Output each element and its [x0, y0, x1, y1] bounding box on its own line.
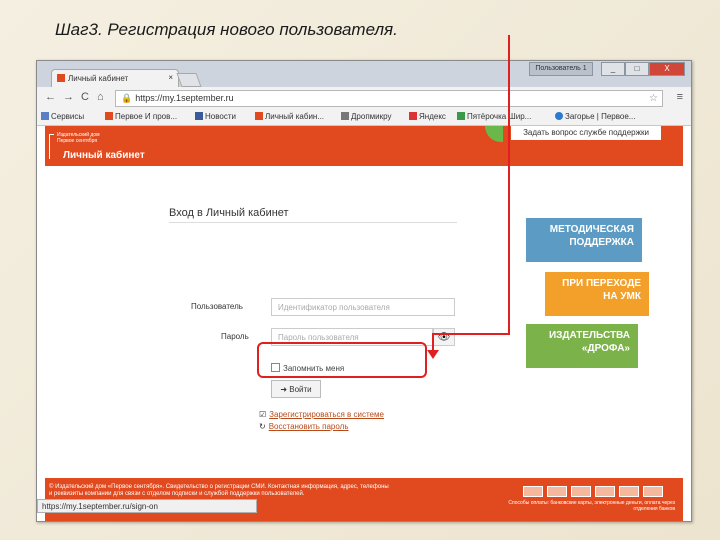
window-close-button[interactable]: X	[649, 62, 685, 76]
site-logo[interactable]: Издательский дом Первое сентября	[57, 132, 100, 144]
bookmark-item[interactable]: Пятёрочка Шир...	[457, 112, 531, 121]
bookmark-item[interactable]: Яндекс	[409, 112, 446, 121]
bookmark-favicon-icon	[457, 112, 465, 120]
slide-title: Шаг3. Регистрация нового пользователя.	[55, 20, 398, 39]
payment-icons	[523, 486, 663, 497]
site-header: Издательский дом Первое сентября Личный …	[45, 126, 683, 166]
register-link[interactable]: ☑ Зарегистрироваться в системе	[259, 410, 384, 419]
profile-button[interactable]: Пользователь 1	[529, 62, 593, 76]
bookmark-item[interactable]: Дропмикру	[341, 112, 391, 121]
annotation-line	[432, 333, 434, 351]
promo-methodical-support[interactable]: МЕТОДИЧЕСКАЯ ПОДДЕРЖКА	[526, 218, 642, 262]
divider	[169, 222, 457, 223]
login-button[interactable]: ➜ Войти	[271, 380, 321, 398]
mastercard-icon	[547, 486, 567, 497]
bookmark-favicon-icon	[341, 112, 349, 120]
annotation-line	[432, 333, 510, 335]
leaf-decoration-icon	[485, 126, 503, 142]
login-arrow-icon: ➜	[280, 385, 288, 394]
bookmark-favicon-icon	[195, 112, 203, 120]
promo-drofa-publishing[interactable]: ИЗДАТЕЛЬСТВА «ДРОФА»	[526, 324, 638, 368]
annotation-line	[508, 35, 510, 335]
logo-bracket-icon	[49, 134, 54, 159]
status-bar: https://my.1september.ru/sign-on	[37, 499, 257, 513]
tab-title: Личный кабинет	[68, 74, 129, 83]
bookmark-favicon-icon	[555, 112, 563, 120]
visa-icon	[523, 486, 543, 497]
show-password-eye-icon[interactable]: 👁	[433, 328, 455, 346]
browser-toolbar: ← → C ⌂ 🔒 https://my.1september.ru ☆ ≡	[37, 87, 691, 109]
cabinet-title: Личный кабинет	[63, 150, 145, 161]
refresh-icon: ↻	[259, 422, 266, 431]
ask-support-button[interactable]: Задать вопрос службе поддержки	[511, 126, 661, 140]
apps-icon	[41, 112, 49, 120]
tab-close-icon[interactable]: ×	[168, 73, 173, 82]
address-url: https://my.1september.ru	[135, 93, 234, 103]
back-icon[interactable]: ←	[45, 91, 56, 103]
new-tab-button[interactable]	[176, 73, 202, 87]
bookmark-favicon-icon	[105, 112, 113, 120]
bookmark-item[interactable]: Сервисы	[41, 112, 84, 121]
forgot-password-link[interactable]: ↻ Восстановить пароль	[259, 422, 349, 431]
window-controls: Пользователь 1 _ □ X	[529, 62, 685, 76]
password-label: Пароль	[221, 332, 249, 341]
minimize-button[interactable]: _	[601, 62, 625, 76]
webmoney-icon	[619, 486, 639, 497]
menu-icon[interactable]: ≡	[677, 91, 683, 103]
promo-umk-transition[interactable]: ПРИ ПЕРЕХОДЕ НА УМК	[545, 272, 649, 316]
user-input[interactable]: Идентификатор пользователя	[271, 298, 455, 316]
bookmark-item[interactable]: Первое И пров...	[105, 112, 177, 121]
reload-icon[interactable]: C	[81, 91, 89, 103]
bookmark-star-icon[interactable]: ☆	[649, 91, 658, 106]
browser-window: Личный кабинет × Пользователь 1 _ □ X ← …	[36, 60, 692, 522]
footer-text: © Издательский дом «Первое сентября». Св…	[49, 484, 389, 497]
bookmark-item[interactable]: Новости	[195, 112, 236, 121]
maximize-button[interactable]: □	[625, 62, 649, 76]
lock-icon: 🔒	[121, 93, 133, 103]
bookmark-item[interactable]: Личный кабин...	[255, 112, 324, 121]
bookmark-favicon-icon	[409, 112, 417, 120]
footer-payment-text: Способы оплаты: банковские карты, электр…	[508, 500, 675, 512]
tab-strip: Личный кабинет × Пользователь 1 _ □ X	[37, 61, 691, 88]
bookmark-favicon-icon	[255, 112, 263, 120]
address-bar[interactable]: 🔒 https://my.1september.ru ☆	[115, 90, 663, 107]
login-title: Вход в Личный кабинет	[169, 207, 289, 219]
annotation-arrow-icon	[427, 350, 439, 359]
bookmark-item[interactable]: Загорье | Первое...	[555, 112, 635, 121]
forward-icon[interactable]: →	[63, 91, 74, 103]
browser-tab[interactable]: Личный кабинет ×	[51, 69, 179, 88]
user-label: Пользователь	[191, 302, 243, 311]
site-favicon-icon	[57, 74, 65, 82]
home-icon[interactable]: ⌂	[97, 91, 104, 103]
yandex-money-icon	[643, 486, 663, 497]
site-page: Издательский дом Первое сентября Личный …	[37, 126, 691, 521]
bookmarks-bar: Сервисы Первое И пров... Новости Личный …	[37, 109, 691, 126]
payment-card-icon	[595, 486, 615, 497]
register-check-icon: ☑	[259, 410, 267, 419]
annotation-highlight-box	[257, 342, 427, 378]
payment-card-icon	[571, 486, 591, 497]
